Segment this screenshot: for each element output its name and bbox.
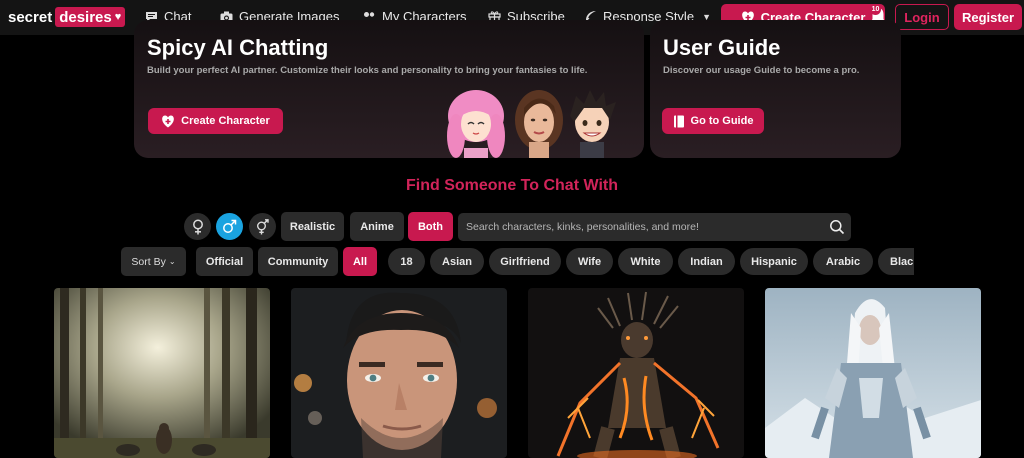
hero-card-title: Spicy AI Chatting	[147, 35, 329, 60]
tag-chip[interactable]: Wife	[566, 248, 613, 275]
search-bar	[458, 213, 851, 241]
character-card-man-portrait[interactable]	[291, 288, 507, 458]
style-realistic-chip[interactable]: Realistic	[281, 212, 344, 241]
tag-chip[interactable]: Hispanic	[740, 248, 808, 275]
heart-icon: ♥	[114, 11, 122, 23]
section-title: Find Someone To Chat With	[406, 177, 618, 194]
character-image-forest	[54, 288, 270, 458]
anime-boy-face	[570, 90, 616, 158]
tag-chip[interactable]: Girlfriend	[489, 248, 561, 275]
trans-icon	[257, 218, 269, 234]
register-button[interactable]: Register	[954, 4, 1022, 30]
search-input[interactable]	[466, 213, 816, 241]
character-image-fire-spirit	[528, 288, 744, 458]
source-official-chip[interactable]: Official	[196, 247, 253, 276]
source-community-chip[interactable]: Community	[258, 247, 338, 276]
logo-word-desires-text: desires	[59, 8, 112, 26]
tag-chip[interactable]: 18	[388, 248, 425, 275]
hero-card-user-guide: User Guide Discover our usage Guide to b…	[650, 20, 901, 158]
gender-male-button[interactable]	[216, 213, 243, 240]
go-to-guide-button[interactable]: Go to Guide	[662, 108, 764, 134]
search-icon[interactable]	[829, 219, 845, 235]
style-both-chip[interactable]: Both	[408, 212, 453, 241]
tag-chip[interactable]: Arabic	[813, 248, 873, 275]
logo-word-desires: desires ♥	[55, 7, 126, 27]
logo[interactable]: secret desires ♥	[8, 7, 126, 27]
gender-female-button[interactable]	[184, 213, 211, 240]
character-card-fire-spirit[interactable]	[528, 288, 744, 458]
character-image-man-portrait	[291, 288, 507, 458]
female-icon	[192, 219, 203, 234]
user-guide-description: Discover our usage Guide to become a pro…	[663, 65, 860, 76]
anime-girl-face	[447, 90, 505, 158]
logo-word-secret: secret	[8, 8, 53, 26]
notification-badge: 10	[870, 4, 881, 15]
go-to-guide-label: Go to Guide	[690, 115, 754, 127]
book-icon	[673, 115, 684, 127]
tag-filter-row: 18 Asian Girlfriend Wife White Indian Hi…	[388, 248, 914, 275]
gender-other-button[interactable]	[249, 213, 276, 240]
tag-chip[interactable]: Asian	[430, 248, 484, 275]
character-faces-illustration	[447, 90, 616, 158]
source-all-chip[interactable]: All	[343, 247, 377, 276]
tag-chip[interactable]: Black	[878, 248, 914, 275]
woman-face	[515, 90, 563, 158]
hero-card-spicy-chat: Spicy AI Chatting Build your perfect AI …	[134, 20, 644, 158]
login-button[interactable]: Login	[895, 4, 949, 30]
male-icon	[223, 219, 237, 233]
hero-create-character-label: Create Character	[181, 115, 270, 127]
tag-chip[interactable]: Indian	[678, 248, 735, 275]
heart-plus-icon	[162, 115, 175, 127]
character-card-forest[interactable]	[54, 288, 270, 458]
character-card-ice-warrior[interactable]	[765, 288, 981, 458]
sort-by-dropdown[interactable]: Sort By ⌄	[121, 247, 186, 276]
style-anime-chip[interactable]: Anime	[350, 212, 404, 241]
user-guide-title: User Guide	[663, 35, 781, 60]
tag-chip[interactable]: White	[618, 248, 673, 275]
chevron-down-icon: ⌄	[168, 257, 176, 266]
sort-by-label: Sort By	[131, 255, 166, 268]
hero-card-description: Build your perfect AI partner. Customize…	[147, 65, 588, 76]
hero-create-character-button[interactable]: Create Character	[148, 108, 283, 134]
character-image-ice-warrior	[765, 288, 981, 458]
